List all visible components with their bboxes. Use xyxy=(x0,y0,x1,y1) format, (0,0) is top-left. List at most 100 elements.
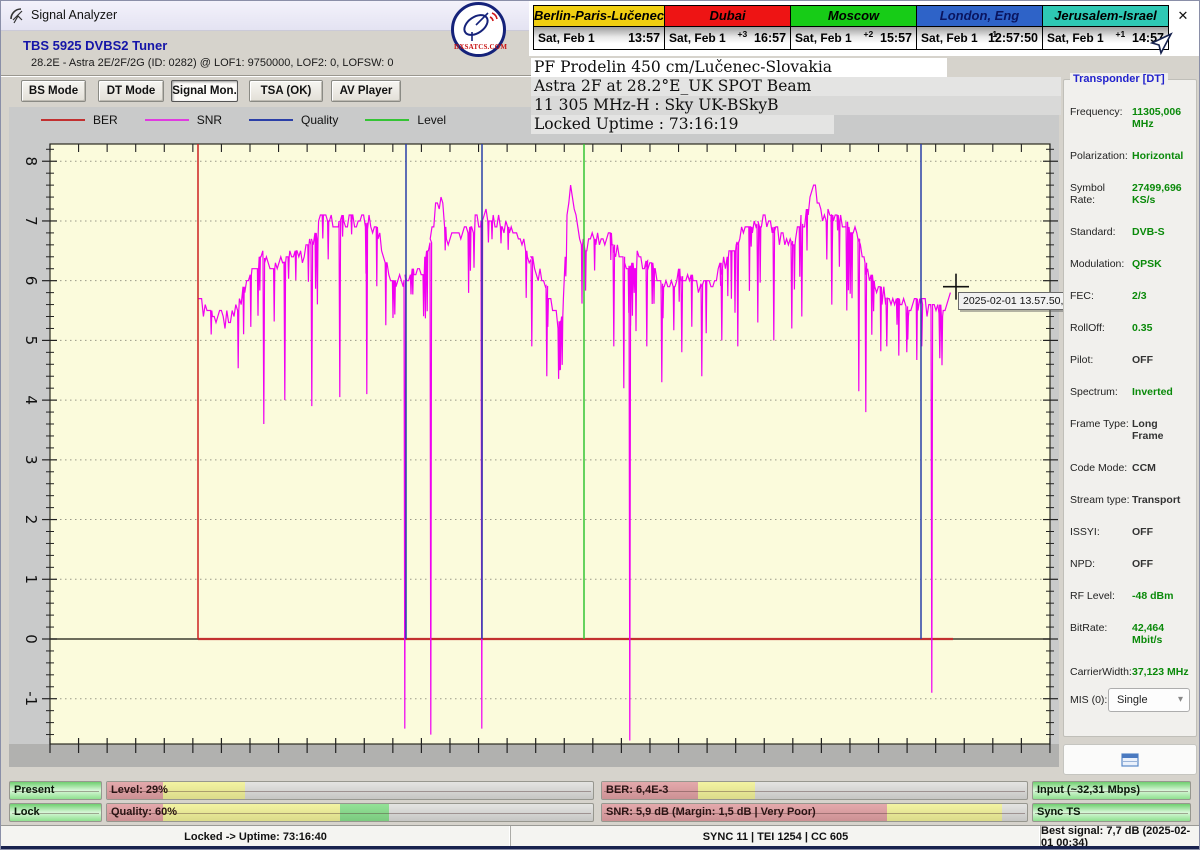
level-bar: Level: 29% xyxy=(106,781,594,800)
transponder-row-spectrum: Spectrum:Inverted xyxy=(1070,386,1192,398)
legend-item-ber: BER xyxy=(41,113,118,127)
transponder-row-frequency: Frequency:11305,006 MHz xyxy=(1070,106,1192,130)
lock-indicator-text: Lock xyxy=(14,804,40,821)
level-bar-text: Level: 29% xyxy=(111,782,168,799)
clock-utc-offset: +2 xyxy=(864,29,874,39)
overlay-line-2: Astra 2F at 28.2°E_UK SPOT Beam xyxy=(531,77,1061,96)
chart-legend: BERSNRQualityLevel xyxy=(41,111,446,129)
plot-area xyxy=(50,144,1050,744)
status-section-2: SYNC 11 | TEI 1254 | CC 605 xyxy=(511,826,1041,847)
row-value: 0.35 xyxy=(1132,322,1152,334)
y-axis-label-0: 0 xyxy=(22,634,40,644)
clock-date: Sat, Feb 1 xyxy=(795,31,852,45)
legend-label: SNR xyxy=(197,113,222,127)
status-strip: Locked -> Uptime: 73:16:40SYNC 11 | TEI … xyxy=(1,825,1200,847)
clock-date: Sat, Feb 1 xyxy=(669,31,726,45)
clock-date: Sat, Feb 1 xyxy=(921,31,978,45)
row-label: Spectrum: xyxy=(1070,386,1132,398)
row-value: QPSK xyxy=(1132,258,1162,270)
overlay-line-3: 11 305 MHz-H : Sky UK-BSkyB xyxy=(531,96,1061,115)
close-icon[interactable]: ✕ xyxy=(1173,8,1193,26)
clock-date: Sat, Feb 1 xyxy=(1047,31,1104,45)
tuner-details: 28.2E - Astra 2E/2F/2G (ID: 0282) @ LOF1… xyxy=(31,57,394,69)
row-label: Symbol Rate: xyxy=(1070,182,1132,206)
row-value: OFF xyxy=(1132,558,1153,570)
legend-swatch xyxy=(145,119,189,121)
transponder-row-issyi: ISSYI:OFF xyxy=(1070,526,1192,538)
quality-bar-fill-segment xyxy=(340,804,389,821)
tuner-name: TBS 5925 DVBS2 Tuner xyxy=(23,38,167,53)
y-axis-label-8: 8 xyxy=(22,156,40,166)
transponder-row-streamtype: Stream type:Transport xyxy=(1070,494,1192,506)
app-dish-icon xyxy=(9,7,26,24)
transponder-row-symbolrate: Symbol Rate:27499,696 KS/s xyxy=(1070,182,1192,206)
row-value: 42,464 Mbit/s xyxy=(1132,622,1192,646)
row-label: Stream type: xyxy=(1070,494,1132,506)
transponder-row-carrierwidth: CarrierWidth:37,123 MHz xyxy=(1070,666,1192,678)
row-value: OFF xyxy=(1132,526,1153,538)
transponder-rows: Frequency:11305,006 MHz Polarization:Hori… xyxy=(1070,106,1192,678)
transponder-row-rolloff: RollOff:0.35 xyxy=(1070,322,1192,334)
clock-2: DubaiSat, Feb 1+316:57 xyxy=(665,6,791,49)
mis-label: MIS (0): xyxy=(1070,694,1107,706)
clock-time-row: Sat, Feb 1+316:57 xyxy=(665,27,790,49)
signal-chart[interactable]: 876543210-1 xyxy=(9,107,1059,767)
row-value: Transport xyxy=(1132,494,1180,506)
mode-button-bs-mode[interactable]: BS Mode xyxy=(21,80,86,102)
transponder-row-pilot: Pilot:OFF xyxy=(1070,354,1192,366)
overlay-line-1: PF Prodelin 450 cm/Lučenec-Slovakia xyxy=(531,58,947,77)
row-value: DVB-S xyxy=(1132,226,1165,238)
mode-button-dt-mode[interactable]: DT Mode xyxy=(98,80,164,102)
lock-indicator: Lock xyxy=(9,803,102,822)
row-value: -48 dBm xyxy=(1132,590,1173,602)
row-value: CCM xyxy=(1132,462,1156,474)
level-bar-fill-segment xyxy=(163,782,246,799)
mis-value: Single xyxy=(1117,694,1148,706)
transport-stream-button[interactable] xyxy=(1063,744,1197,775)
clock-time-row: Sat, Feb 1+215:57 xyxy=(791,27,916,49)
transponder-row-fec: FEC:2/3 xyxy=(1070,290,1192,302)
mode-button-signal-mon-[interactable]: Signal Mon. xyxy=(171,80,238,102)
clock-4: London, EngSat, Feb 1-112:57:50 xyxy=(917,6,1043,49)
y-axis-label-6: 6 xyxy=(22,276,40,286)
clock-3: MoscowSat, Feb 1+215:57 xyxy=(791,6,917,49)
clock-time: 16:57 xyxy=(754,31,786,45)
sync-ts-indicator: Sync TS xyxy=(1032,803,1191,822)
row-label: Frequency: xyxy=(1070,106,1132,130)
transponder-row-polarization: Polarization:Horizontal xyxy=(1070,150,1192,162)
snr-bar: SNR: 5,9 dB (Margin: 1,5 dB | Very Poor) xyxy=(601,803,1028,822)
clock-utc-offset: +1 xyxy=(1115,29,1125,39)
chevron-down-icon: ▾ xyxy=(1178,689,1183,711)
mode-button-tsa-ok-[interactable]: TSA (OK) xyxy=(249,80,323,102)
dxsatcs-logo-text: DXSATCS.COM xyxy=(454,43,503,51)
transponder-row-standard: Standard:DVB-S xyxy=(1070,226,1192,238)
y-axis-label-1: 1 xyxy=(22,575,40,585)
legend-swatch xyxy=(249,119,293,121)
row-label: FEC: xyxy=(1070,290,1132,302)
overlay-line-4: Locked Uptime : 73:16:19 xyxy=(531,115,834,134)
separator xyxy=(1,75,531,77)
legend-item-quality: Quality xyxy=(249,113,338,127)
mode-button-av-player[interactable]: AV Player xyxy=(331,80,401,102)
status-section-3: Best signal: 7,7 dB (2025-02-01 00:34) xyxy=(1041,826,1200,847)
transponder-row-rflevel: RF Level:-48 dBm xyxy=(1070,590,1192,602)
mis-dropdown[interactable]: Single ▾ xyxy=(1108,688,1190,712)
row-label: Code Mode: xyxy=(1070,462,1132,474)
ber-bar: BER: 6,4E-3 xyxy=(601,781,1028,800)
legend-label: BER xyxy=(93,113,118,127)
row-value: Inverted xyxy=(1132,386,1173,398)
row-label: RF Level: xyxy=(1070,590,1132,602)
row-label: Pilot: xyxy=(1070,354,1132,366)
row-label: NPD: xyxy=(1070,558,1132,570)
transponder-panel-title: Transponder [DT] xyxy=(1070,73,1168,85)
mis-row: MIS (0): Single ▾ xyxy=(1070,688,1190,712)
transponder-row-npd: NPD:OFF xyxy=(1070,558,1192,570)
clock-time: 13:57 xyxy=(628,31,660,45)
row-label: RollOff: xyxy=(1070,322,1132,334)
ber-bar-fill-segment xyxy=(698,782,755,799)
row-label: ISSYI: xyxy=(1070,526,1132,538)
row-value: Horizontal xyxy=(1132,150,1183,162)
row-label: Modulation: xyxy=(1070,258,1132,270)
clock-utc-offset: -1 xyxy=(990,29,998,39)
chart-canvas[interactable]: 876543210-1 xyxy=(9,107,1059,767)
